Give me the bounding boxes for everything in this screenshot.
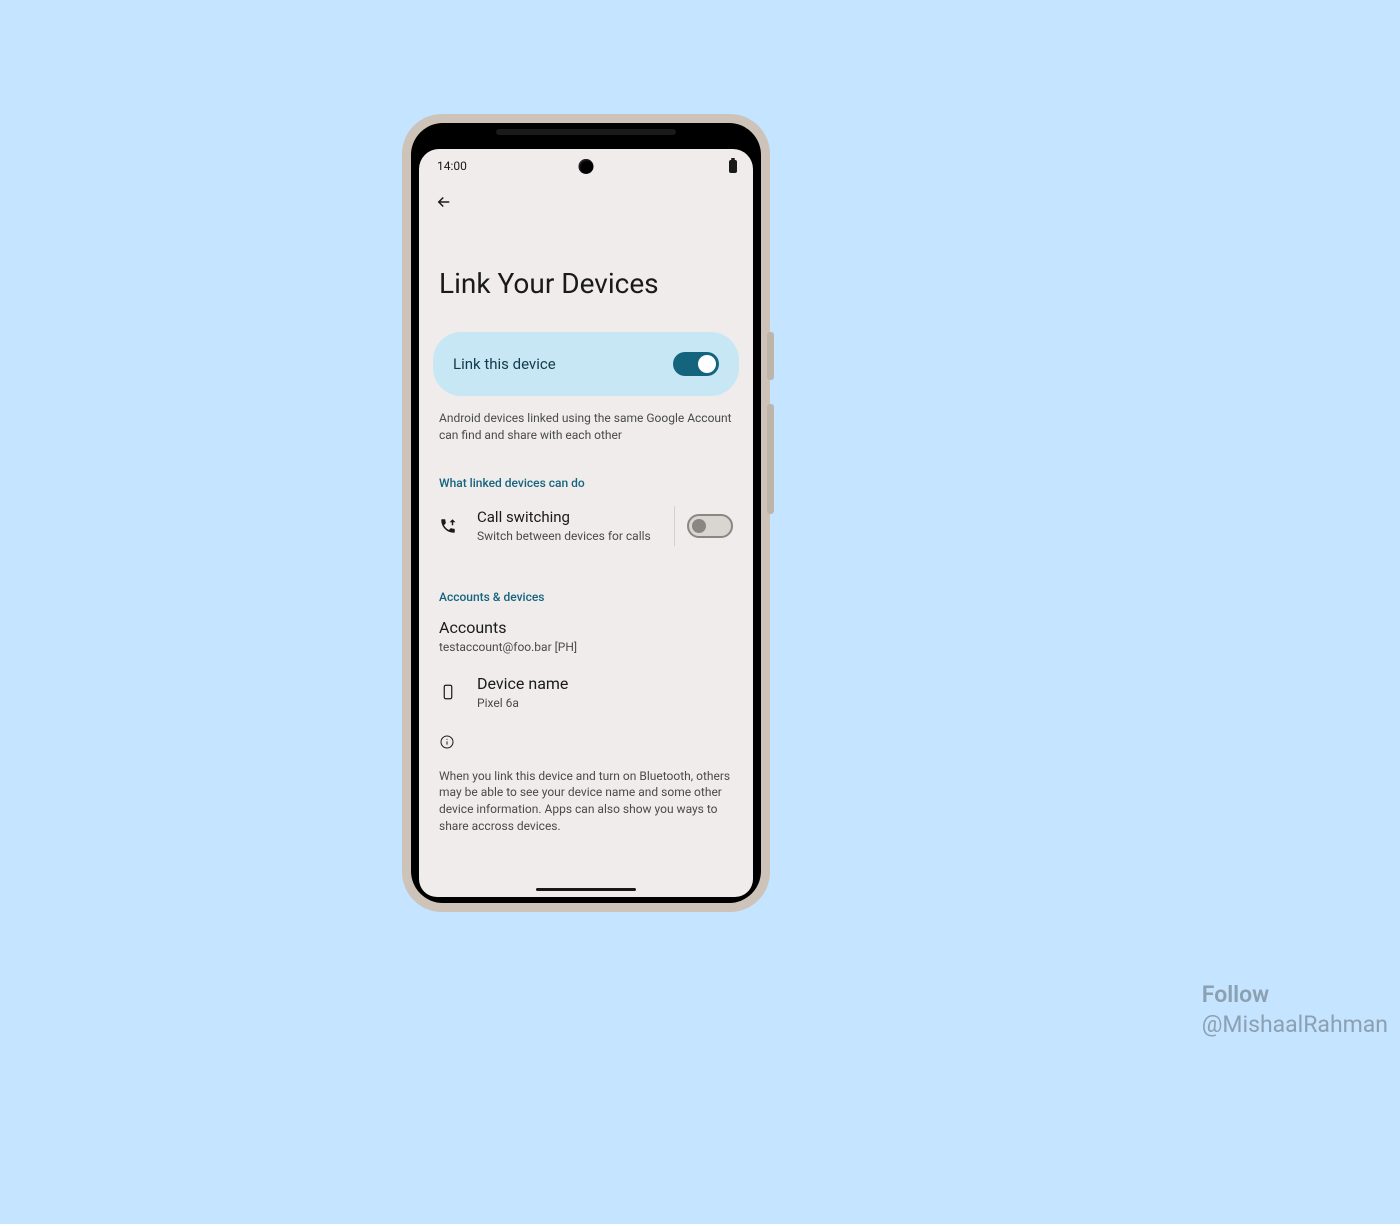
back-arrow-icon[interactable] bbox=[435, 193, 453, 211]
status-time: 14:00 bbox=[437, 159, 467, 173]
watermark-line2: @MishaalRahman bbox=[1202, 1010, 1388, 1040]
phone-bezel: 14:00 Link Your Devices Link this device… bbox=[411, 123, 761, 903]
side-button-power bbox=[767, 332, 774, 380]
device-name-value: Pixel 6a bbox=[477, 696, 568, 710]
device-name-row[interactable]: Device name Pixel 6a bbox=[419, 656, 753, 716]
speaker-notch bbox=[496, 129, 676, 135]
screen: 14:00 Link Your Devices Link this device… bbox=[419, 149, 753, 897]
call-switching-toggle[interactable] bbox=[687, 514, 733, 538]
link-this-device-label: Link this device bbox=[453, 355, 556, 373]
accounts-devices-header: Accounts & devices bbox=[419, 558, 753, 608]
link-description: Android devices linked using the same Go… bbox=[419, 396, 753, 444]
front-camera bbox=[579, 159, 594, 174]
call-switching-title: Call switching bbox=[477, 508, 662, 526]
row-divider bbox=[674, 506, 675, 546]
phone-callback-icon bbox=[439, 517, 457, 535]
home-indicator[interactable] bbox=[536, 888, 636, 891]
watermark: Follow @MishaalRahman bbox=[1202, 980, 1388, 1040]
info-icon-row bbox=[419, 716, 753, 760]
accounts-row[interactable]: Accounts testaccount@foo.bar [PH] bbox=[419, 608, 753, 656]
battery-icon bbox=[729, 160, 737, 173]
phone-icon bbox=[439, 683, 457, 701]
info-icon bbox=[439, 734, 455, 750]
accounts-email: testaccount@foo.bar [PH] bbox=[439, 640, 733, 654]
accounts-title: Accounts bbox=[439, 618, 733, 637]
phone-frame: 14:00 Link Your Devices Link this device… bbox=[402, 114, 770, 912]
watermark-line1: Follow bbox=[1202, 980, 1388, 1010]
capabilities-header: What linked devices can do bbox=[419, 444, 753, 494]
device-name-title: Device name bbox=[477, 674, 568, 693]
info-text: When you link this device and turn on Bl… bbox=[419, 760, 753, 835]
side-button-volume bbox=[767, 404, 774, 514]
link-this-device-card[interactable]: Link this device bbox=[433, 332, 739, 396]
link-this-device-toggle[interactable] bbox=[673, 352, 719, 376]
call-switching-row[interactable]: Call switching Switch between devices fo… bbox=[419, 494, 753, 558]
call-switching-subtitle: Switch between devices for calls bbox=[477, 529, 662, 543]
page-title: Link Your Devices bbox=[419, 219, 753, 318]
